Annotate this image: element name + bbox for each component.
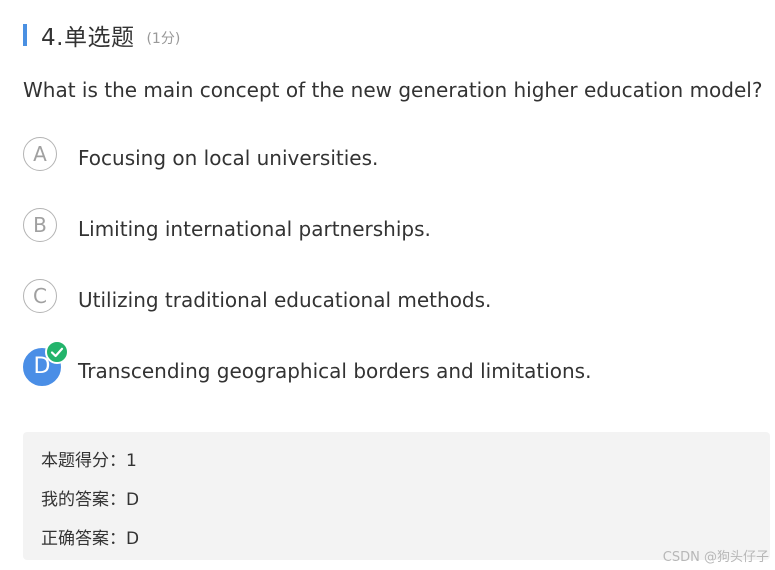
result-panel: 本题得分：1 我的答案：D 正确答案：D [23,432,770,560]
option-c-text: Utilizing traditional educational method… [78,288,492,312]
correct-answer: 正确答案：D [41,529,140,549]
score-result: 本题得分：1 [41,451,137,471]
my-answer: 我的答案：D [41,490,140,510]
option-a-text: Focusing on local universities. [78,146,379,170]
option-c-letter[interactable]: C [23,279,57,313]
question-text: What is the main concept of the new gene… [23,78,763,102]
check-icon [45,340,69,364]
accent-bar [23,24,27,46]
option-a-letter[interactable]: A [23,137,57,171]
option-a[interactable]: A Focusing on local universities. [23,137,723,177]
option-b-letter[interactable]: B [23,208,57,242]
option-b-text: Limiting international partnerships. [78,217,431,241]
watermark: CSDN @狗头仔子 [662,550,769,565]
option-c[interactable]: C Utilizing traditional educational meth… [23,279,723,319]
option-d-text: Transcending geographical borders and li… [78,359,592,383]
question-score: (1分) [146,31,181,47]
option-d[interactable]: D Transcending geographical borders and … [23,340,723,390]
question-title: 4.单选题 [41,25,135,51]
question-header: 4.单选题 (1分) [23,20,181,51]
option-b[interactable]: B Limiting international partnerships. [23,208,723,248]
